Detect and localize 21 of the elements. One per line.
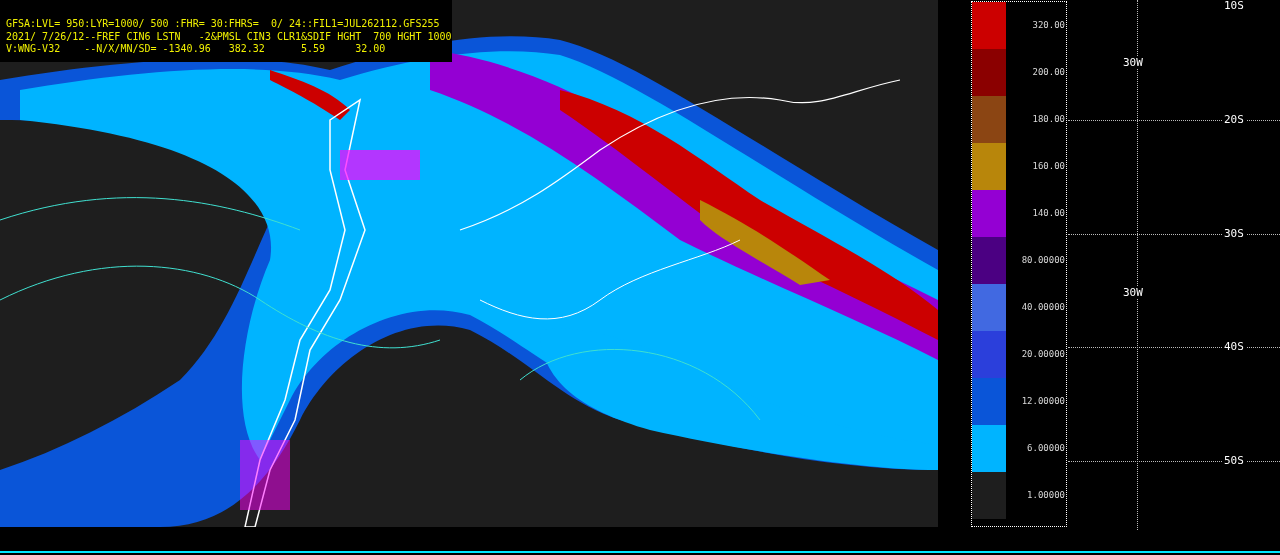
legend-label: 160.00 [1031, 159, 1066, 173]
longitude-label: 30W [1122, 57, 1144, 69]
latitude-label: 30S [1222, 228, 1246, 240]
legend-label: 1.00000 [1026, 488, 1066, 502]
latitude-label: 40S [1222, 341, 1246, 353]
legend-label: 20.00000 [1020, 347, 1066, 361]
legend-label: 180.00 [1031, 112, 1066, 126]
legend-label: 6.00000 [1026, 441, 1066, 455]
header-text: 2021/ 7/26/12--FREF CIN6 LSTN -2&PMSL CIN3 CLR1&SDIF HGHT 700 HGHT 1000 [6, 30, 452, 43]
legend-label: 320.00 [1031, 18, 1066, 32]
legend-label: 40.00000 [1020, 300, 1066, 314]
header-text: V:WNG-V32 --N/X/MN/SD= -1340.96 382.32 5.59 32.00 [6, 43, 387, 56]
legend-label: 200.00 [1031, 65, 1066, 79]
header-text: GFSA:LVL= 950:LYR=1000/ 500 :FHR= 30:FHRS= 0/ 24::FIL1=JUL262112.GFS255 [6, 18, 441, 31]
legend-label: 140.00 [1031, 206, 1066, 220]
legend-label: 80.00000 [1020, 253, 1066, 267]
legend-label: 12.00000 [1020, 394, 1066, 408]
latitude-label: 50S [1222, 455, 1246, 467]
longitude-label: 30W [1122, 287, 1144, 299]
latitude-label: 20S [1222, 114, 1246, 126]
latitude-label: 10S [1222, 0, 1246, 12]
